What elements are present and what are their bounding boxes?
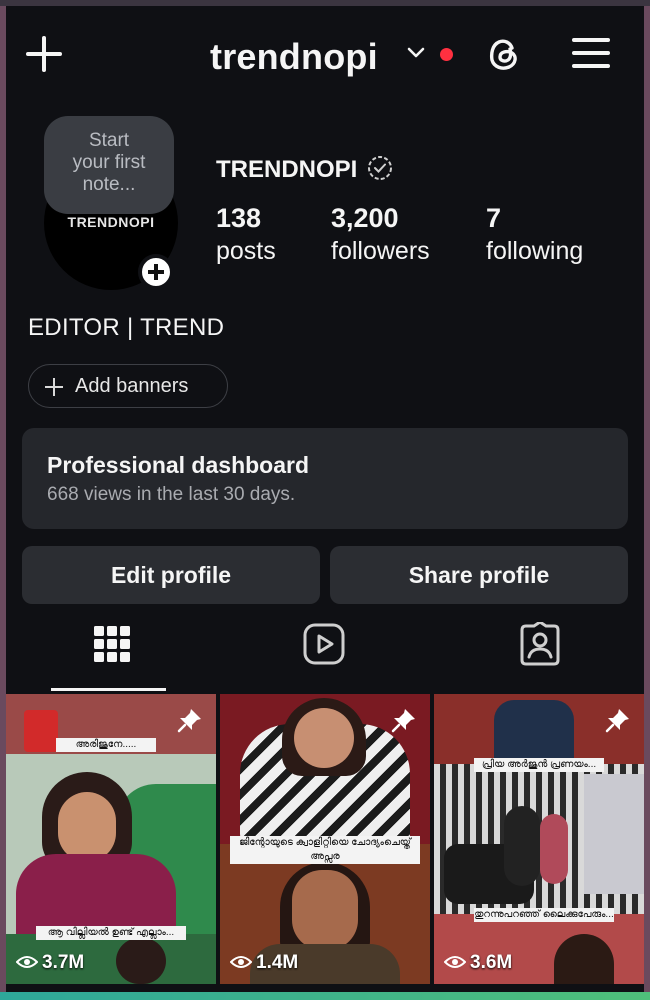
posts-count: 138	[216, 203, 262, 233]
post-views-count: 3.7M	[42, 952, 85, 973]
posts-label: posts	[216, 237, 276, 265]
eye-icon	[230, 956, 252, 968]
display-name: TRENDNOPI	[216, 156, 358, 183]
followers-label: followers	[331, 237, 430, 265]
chevron-down-icon[interactable]	[406, 46, 426, 60]
dashboard-subtitle: 668 views in the last 30 days.	[47, 484, 296, 505]
post-views: 1.4M	[230, 952, 298, 974]
avatar-area: TRENDNOPI Start your first note...	[44, 116, 184, 301]
eye-icon	[444, 956, 466, 968]
post-views: 3.6M	[444, 952, 512, 974]
pin-icon	[605, 709, 629, 733]
threads-icon[interactable]	[484, 34, 524, 74]
followers-count: 3,200	[331, 203, 399, 233]
edit-profile-button[interactable]: Edit profile	[22, 546, 320, 604]
dashboard-title: Professional dashboard	[47, 452, 310, 478]
stat-posts[interactable]: 138 posts	[216, 202, 276, 268]
stat-following[interactable]: 7 following	[486, 202, 583, 268]
grid-icon[interactable]	[90, 622, 134, 666]
post-views: 3.7M	[16, 952, 84, 974]
post-tile[interactable]: അരിജുനേ..... ആ വില്ലിയൽ ഉണ്ട് എല്ലാം... …	[6, 694, 216, 984]
pin-icon	[391, 709, 415, 733]
pin-icon	[177, 709, 201, 733]
share-profile-button[interactable]: Share profile	[330, 546, 628, 604]
top-bar: trendnopi	[6, 6, 644, 106]
posts-grid: അരിജുനേ..... ആ വില്ലിയൽ ഉണ്ട് എല്ലാം... …	[6, 694, 644, 992]
create-post-icon[interactable]	[26, 36, 62, 72]
post-caption-top: പ്രിയ അർജുൻ പ്രണയം...	[474, 758, 604, 772]
stat-followers[interactable]: 3,200 followers	[331, 202, 430, 268]
post-caption-bottom: തുറന്നുപറഞ്ഞ് ലൈക്കുപേരും...	[474, 908, 614, 922]
note-bubble[interactable]: Start your first note...	[44, 116, 174, 214]
following-label: following	[486, 237, 584, 265]
add-story-button[interactable]	[138, 254, 174, 290]
window-frame-bottom	[0, 992, 650, 1000]
plus-icon	[45, 378, 63, 396]
eye-icon	[16, 956, 38, 968]
post-caption-top: അരിജുനേ.....	[56, 738, 156, 752]
post-caption-bottom: ആ വില്ലിയൽ ഉണ്ട് എല്ലാം...	[36, 926, 186, 940]
add-banners-label: Add banners	[75, 375, 189, 397]
post-tile[interactable]: ജിന്റോയുടെ ക്വാളിറ്റിയെ ചോദ്യംചെയ്ത് അപ്…	[220, 694, 430, 984]
notification-dot	[440, 48, 453, 61]
account-switcher-username[interactable]: trendnopi	[210, 36, 378, 78]
professional-dashboard-card[interactable]: Professional dashboard 668 views in the …	[22, 428, 628, 529]
note-line-2: your first	[72, 152, 146, 173]
profile-screen: trendnopi TRENDNOPI Start your first not…	[6, 6, 644, 992]
avatar-logo-text: TRENDNOPI	[67, 214, 155, 230]
following-count: 7	[486, 203, 502, 233]
note-line-3: note...	[82, 174, 136, 195]
verified-badge-icon[interactable]	[366, 154, 394, 182]
tagged-icon[interactable]	[518, 622, 562, 666]
post-tile[interactable]: പ്രിയ അർജുൻ പ്രണയം... തുറന്നുപറഞ്ഞ് ലൈക്…	[434, 694, 644, 984]
menu-icon[interactable]	[572, 36, 610, 70]
post-views-count: 3.6M	[470, 952, 513, 973]
bio: EDITOR | TREND	[28, 314, 225, 341]
reels-icon[interactable]	[302, 622, 346, 666]
note-line-1: Start	[88, 130, 130, 151]
post-caption-top: ജിന്റോയുടെ ക്വാളിറ്റിയെ ചോദ്യംചെയ്ത് അപ്…	[230, 836, 420, 864]
post-views-count: 1.4M	[256, 952, 299, 973]
add-banners-button[interactable]: Add banners	[28, 364, 228, 408]
active-tab-indicator	[51, 688, 166, 691]
